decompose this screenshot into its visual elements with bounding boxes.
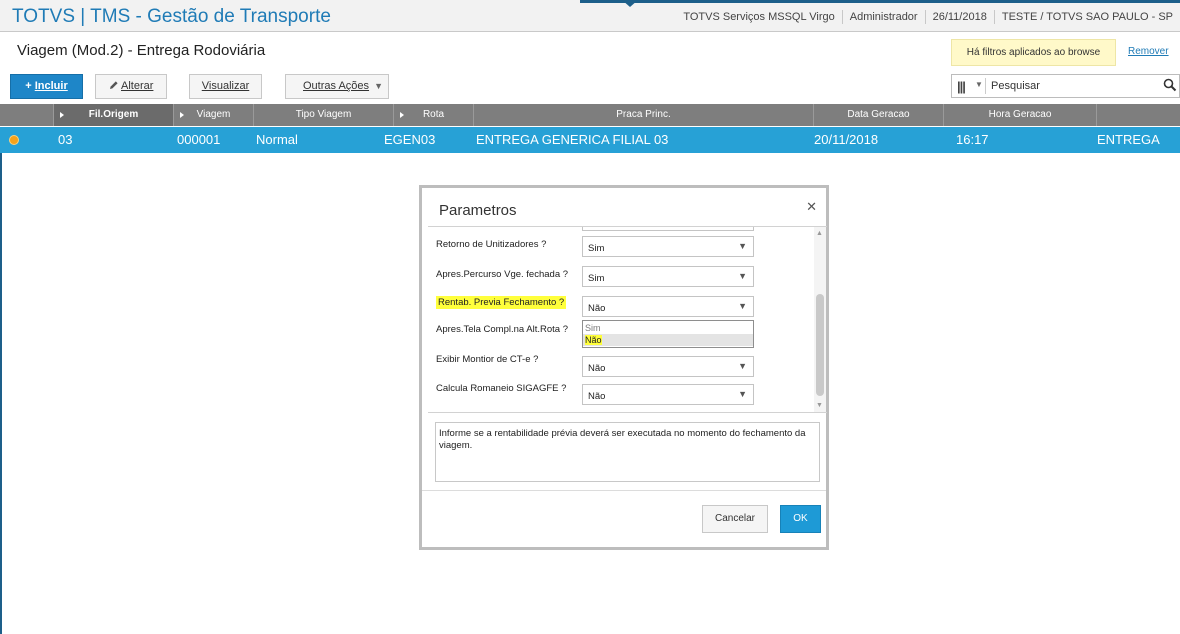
alterar-label: Alterar (121, 80, 154, 92)
param-label-exibir-monitor: Exibir Montior de CT-e ? (436, 354, 539, 365)
cell-rota: EGEN03 (384, 132, 436, 147)
status-date: 26/11/2018 (924, 10, 994, 24)
dropdown-option-nao[interactable]: Não (583, 334, 753, 346)
select-value: Sim (588, 243, 605, 254)
select-retorno-unitizadores[interactable]: Sim ▼ (582, 236, 754, 257)
ok-button[interactable]: OK (780, 505, 821, 533)
close-icon[interactable]: ✕ (806, 199, 817, 215)
cell-tipo-viagem: Normal (256, 132, 298, 147)
status-user: Administrador (841, 10, 925, 24)
param-label-rentab-previa: Rentab. Previa Fechamento ? (436, 296, 567, 309)
status-company[interactable]: TESTE / TOTVS SAO PAULO - SP (993, 10, 1180, 24)
column-header-status (0, 104, 53, 126)
parametros-dialog: Parametros ✕ Retorno de Unitizadores ? S… (419, 185, 829, 550)
top-notch (622, 0, 638, 7)
dialog-title: Parametros (439, 202, 517, 219)
plus-icon: + (25, 80, 35, 92)
top-accent-line (580, 0, 1180, 3)
incluir-label: Incluir (34, 80, 68, 92)
status-dot-icon (9, 135, 19, 145)
select-apres-percurso[interactable]: Sim ▼ (582, 266, 754, 287)
dropdown-option-sim[interactable]: Sim (583, 322, 753, 334)
column-header-data-geracao[interactable]: Data Geracao (813, 104, 943, 126)
search-divider (985, 78, 986, 94)
sort-arrow-icon (60, 112, 64, 118)
cell-viagem: 000001 (177, 132, 221, 147)
column-header-rota[interactable]: Rota (393, 104, 473, 126)
cell-tipo: ENTREGA (1097, 132, 1160, 147)
search-input[interactable] (991, 78, 1161, 94)
column-header-hora-geracao[interactable]: Hora Geracao (943, 104, 1096, 126)
select-value: Não (588, 363, 606, 374)
scroll-thumb[interactable] (816, 294, 824, 396)
cell-fil-origem: 03 (58, 132, 73, 147)
dropdown-option-nao-label: Não (585, 335, 602, 345)
sort-arrow-icon (180, 112, 184, 118)
chevron-down-icon: ▼ (738, 301, 747, 311)
visualizar-label: Visualizar (201, 80, 250, 92)
outras-acoes-button[interactable]: Outras Ações ▼ (285, 74, 389, 99)
visualizar-button[interactable]: Visualizar (189, 74, 262, 99)
outras-acoes-label: Outras Ações (303, 80, 370, 92)
cell-hora-geracao: 16:17 (956, 132, 989, 147)
dropdown-list: Sim Não (582, 320, 754, 348)
scroll-up-icon[interactable]: ▲ (816, 230, 823, 237)
search-icon[interactable] (1163, 78, 1177, 97)
chevron-down-icon: ▼ (738, 271, 747, 281)
status-bar: TOTVS Serviços MSSQL Virgo Administrador… (676, 10, 1180, 24)
cancel-button[interactable]: Cancelar (702, 505, 768, 533)
sort-arrow-icon (400, 112, 404, 118)
filter-notice: Há filtros aplicados ao browse (951, 39, 1116, 66)
params-panel: Retorno de Unitizadores ? Sim ▼ Apres.Pe… (428, 226, 827, 413)
cell-data-geracao: 20/11/2018 (814, 132, 879, 147)
scroll-down-icon[interactable]: ▼ (816, 402, 823, 409)
status-server: TOTVS Serviços MSSQL Virgo (683, 11, 835, 23)
param-label-apres-percurso: Apres.Percurso Vge. fechada ? (436, 269, 569, 280)
chevron-down-icon: ▼ (374, 81, 383, 91)
chevron-down-icon[interactable]: ▼ (975, 80, 983, 89)
help-text-box: Informe se a rentabilidade prévia deverá… (435, 422, 820, 482)
column-header-praca-princ[interactable]: Praca Princ. (473, 104, 813, 126)
search-box: ||| ▼ (951, 74, 1180, 98)
top-bar: TOTVS | TMS - Gestão de Transporte TOTVS… (0, 0, 1180, 32)
alterar-button[interactable]: Alterar (95, 74, 167, 99)
select-rentab-previa[interactable]: Não ▼ (582, 296, 754, 317)
param-label-apres-tela-compl: Apres.Tela Compl.na Alt.Rota ? (436, 324, 569, 335)
param-label-retorno-unitizadores: Retorno de Unitizadores ? (436, 239, 547, 250)
chevron-down-icon: ▼ (738, 389, 747, 399)
columns-icon[interactable]: ||| (957, 79, 966, 94)
column-header-viagem[interactable]: Viagem (173, 104, 253, 126)
app-title: TOTVS | TMS - Gestão de Transporte (12, 6, 331, 27)
select-value: Não (588, 303, 606, 314)
column-header-extra[interactable] (1096, 104, 1180, 126)
remove-filter-link[interactable]: Remover (1128, 46, 1169, 57)
page-title: Viagem (Mod.2) - Entrega Rodoviária (17, 42, 266, 59)
pencil-icon (109, 80, 121, 92)
incluir-button[interactable]: + Incluir (10, 74, 83, 99)
grid-header: Fil.Origem Viagem Tipo Viagem Rota Praca… (0, 104, 1180, 126)
cell-praca-princ: ENTREGA GENERICA FILIAL 03 (476, 132, 669, 147)
param-label-calcula-romaneio: Calcula Romaneio SIGAGFE ? (436, 383, 567, 394)
select-exibir-monitor[interactable]: Não ▼ (582, 356, 754, 377)
chevron-down-icon: ▼ (738, 241, 747, 251)
chevron-down-icon: ▼ (738, 361, 747, 371)
select-cut-off (582, 227, 754, 231)
column-header-fil-origem[interactable]: Fil.Origem (53, 104, 173, 126)
select-calcula-romaneio[interactable]: Não ▼ (582, 384, 754, 405)
table-row[interactable]: 03 000001 Normal EGEN03 ENTREGA GENERICA… (0, 127, 1180, 153)
frame-left-border (0, 153, 2, 634)
column-header-tipo-viagem[interactable]: Tipo Viagem (253, 104, 393, 126)
dialog-footer-divider (422, 490, 826, 491)
params-scrollbar[interactable]: ▲ ▼ (814, 227, 826, 412)
select-value: Sim (588, 273, 605, 284)
select-value: Não (588, 391, 606, 402)
